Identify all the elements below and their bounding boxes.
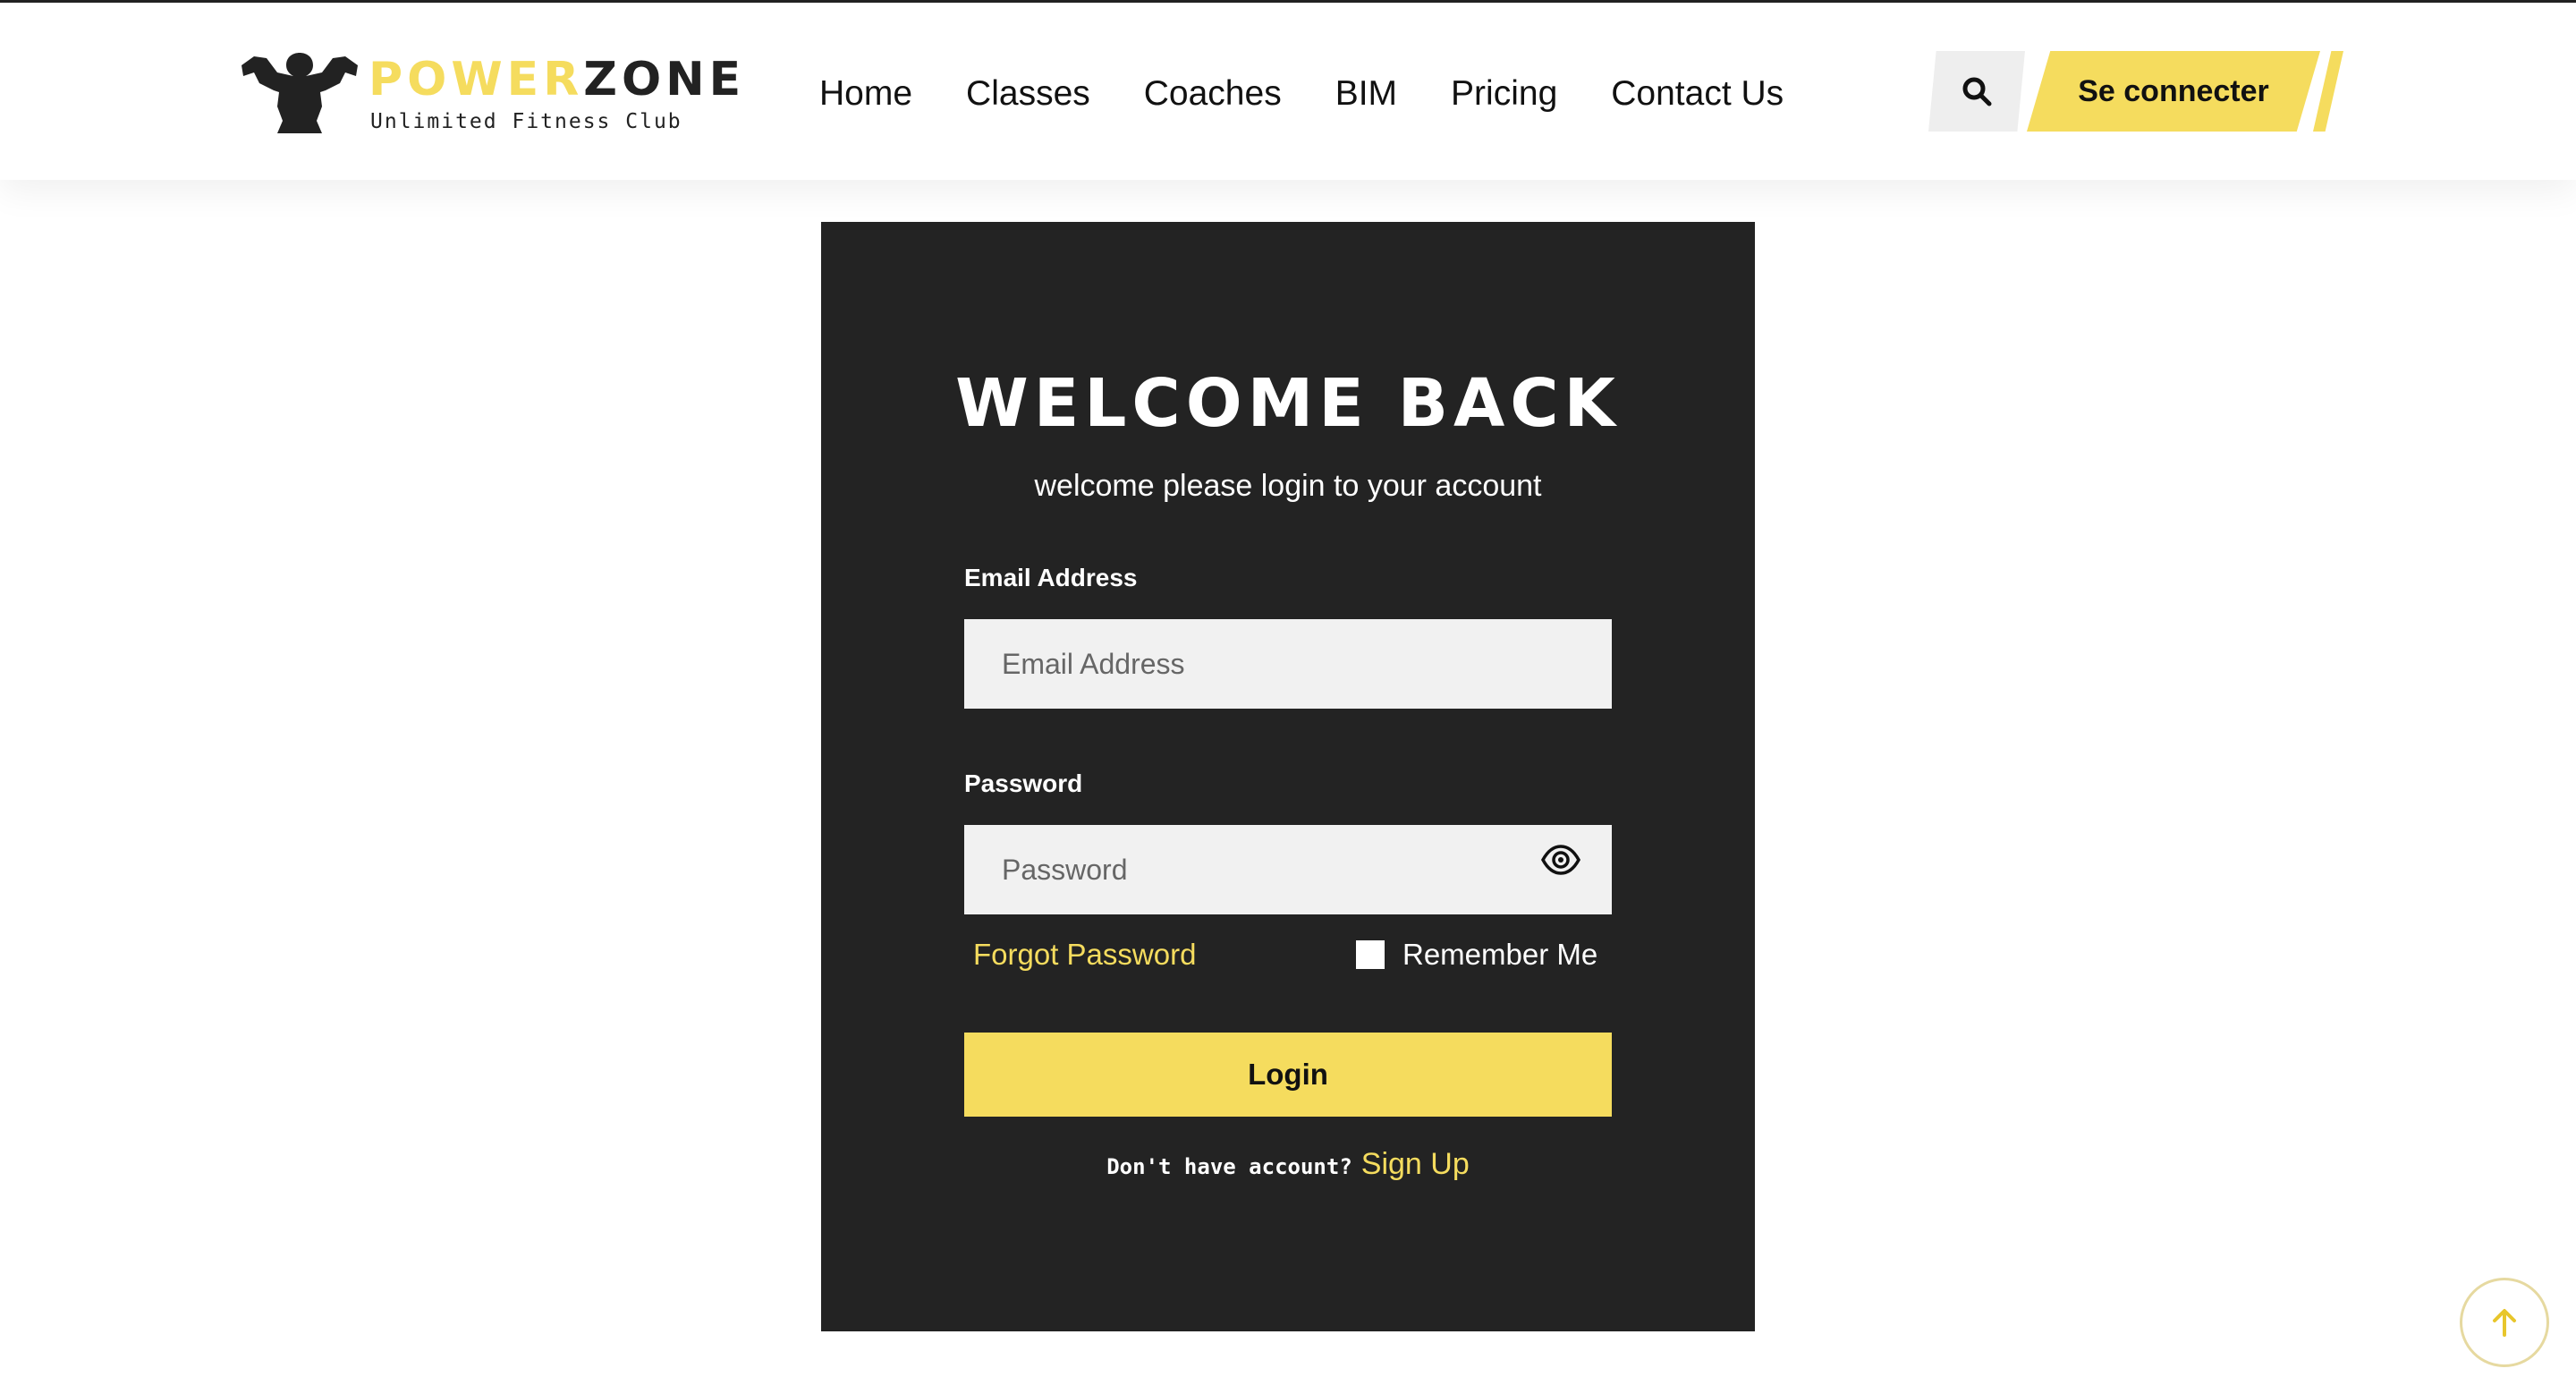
site-header: POWERZONE Unlimited Fitness Club Home Cl… [0, 3, 2576, 180]
arrow-up-icon [2493, 1309, 2516, 1337]
bodybuilder-icon [242, 53, 358, 133]
connect-button[interactable]: Se connecter [2027, 51, 2320, 132]
login-title: WELCOME BACK [955, 365, 1621, 442]
nav-item-home[interactable]: Home [819, 74, 912, 114]
password-field[interactable] [964, 825, 1612, 914]
nav-item-contact-us[interactable]: Contact Us [1611, 74, 1784, 114]
brand-name-part2: ZONE [583, 53, 746, 106]
remember-me-label: Remember Me [1402, 938, 1598, 971]
scroll-to-top-button[interactable] [2460, 1278, 2549, 1367]
signup-row: Don't have account? Sign Up [821, 1147, 1755, 1182]
remember-me[interactable]: Remember Me [1356, 938, 1597, 972]
remember-me-checkbox[interactable] [1356, 940, 1385, 969]
search-button[interactable] [1928, 51, 2025, 132]
login-button[interactable]: Login [964, 1033, 1612, 1117]
password-label: Password [964, 769, 1083, 797]
forgot-password-link[interactable]: Forgot Password [973, 938, 1196, 972]
brand-name-part1: POWER [369, 53, 584, 106]
nav-item-pricing[interactable]: Pricing [1451, 74, 1557, 114]
eye-icon[interactable] [1540, 839, 1581, 880]
no-account-text: Don't have account? [1106, 1154, 1352, 1179]
email-field[interactable] [964, 619, 1612, 709]
nav-item-classes[interactable]: Classes [966, 74, 1090, 114]
login-card: WELCOME BACK welcome please login to you… [821, 222, 1755, 1331]
search-icon [1962, 77, 1992, 106]
brand-name: POWERZONE [369, 55, 745, 105]
sign-up-link[interactable]: Sign Up [1361, 1147, 1470, 1181]
nav-item-coaches[interactable]: Coaches [1144, 74, 1282, 114]
brand-logo[interactable]: POWERZONE Unlimited Fitness Club [240, 49, 741, 139]
brand-tagline: Unlimited Fitness Club [370, 110, 682, 133]
connect-button-stripe [2313, 51, 2343, 132]
email-label: Email Address [964, 564, 1138, 591]
main-nav: Home Classes Coaches BIM Pricing Contact… [819, 67, 1784, 121]
login-subtitle: welcome please login to your account [1034, 469, 1542, 503]
nav-item-bim[interactable]: BIM [1335, 74, 1397, 114]
